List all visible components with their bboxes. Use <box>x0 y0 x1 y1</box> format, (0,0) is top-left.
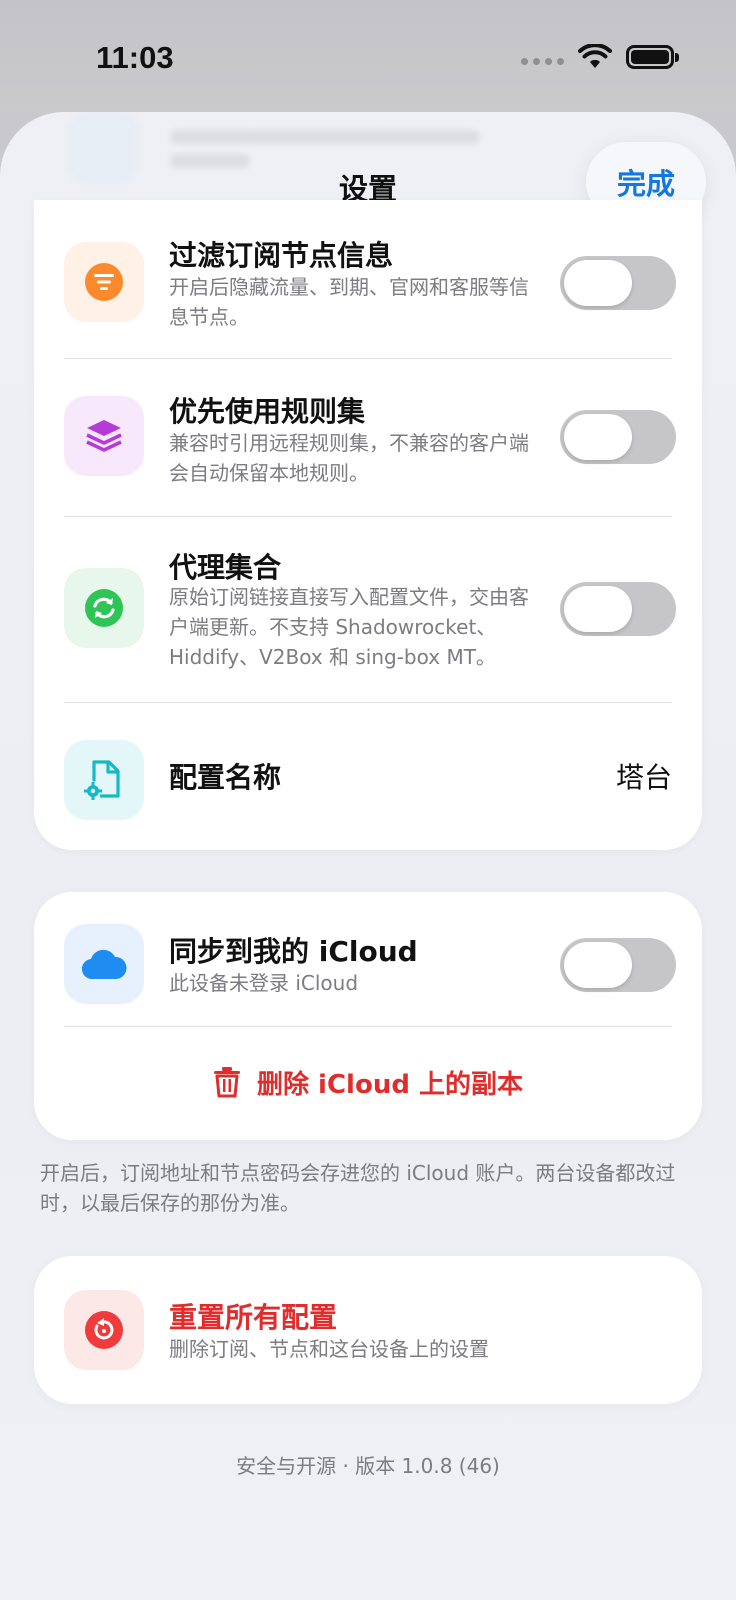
sync-icon <box>85 589 123 627</box>
document-gear-icon <box>84 760 120 800</box>
filter-icon-box <box>64 242 144 322</box>
wifi-icon <box>578 44 612 68</box>
filter-nodes-toggle[interactable] <box>560 256 676 310</box>
delete-icloud-copy-label: 删除 iCloud 上的副本 <box>257 1069 523 1100</box>
document-settings-icon-box <box>64 740 144 820</box>
trash-icon <box>214 1067 240 1098</box>
reset-icon-box <box>64 1290 144 1370</box>
icloud-sync-toggle[interactable] <box>560 938 676 992</box>
cloud-icon <box>81 949 127 980</box>
icloud-footnote: 开启后，订阅地址和节点密码会存进您的 iCloud 账户。两台设备都改过时，以最… <box>40 1161 676 1215</box>
prefer-rules-row: 优先使用规则集 兼容时引用远程规则集，不兼容的客户端会自动保留本地规则。 <box>34 358 702 516</box>
proxy-set-title: 代理集合 <box>169 551 282 584</box>
icloud-sync-row: 同步到我的 iCloud 此设备未登录 iCloud <box>34 892 702 1024</box>
proxy-set-row: 代理集合 原始订阅链接直接写入配置文件，交由客户端更新。不支持 Shadowro… <box>34 516 702 702</box>
config-name-row[interactable]: 配置名称 塔台 <box>34 702 702 850</box>
divider <box>64 1026 672 1027</box>
reset-icon <box>85 1311 123 1349</box>
layers-icon <box>86 420 122 452</box>
filter-nodes-title: 过滤订阅节点信息 <box>169 239 394 272</box>
status-icons <box>521 44 679 70</box>
layers-icon-box <box>64 396 144 476</box>
status-bar: 11:03 <box>0 0 736 112</box>
config-name-value: 塔台 <box>615 761 672 794</box>
subscription-settings-card: 过滤订阅节点信息 开启后隐藏流量、到期、官网和客服等信息节点。 优先使用规则集 … <box>34 200 702 850</box>
prefer-rules-title: 优先使用规则集 <box>169 395 366 428</box>
cloud-icon-box <box>64 924 144 1004</box>
prefer-rules-toggle[interactable] <box>560 410 676 464</box>
reset-all-subtitle: 删除订阅、节点和这台设备上的设置 <box>169 1337 489 1361</box>
prefer-rules-subtitle: 兼容时引用远程规则集，不兼容的客户端会自动保留本地规则。 <box>169 431 529 485</box>
status-time: 11:03 <box>96 40 174 75</box>
icloud-card: 同步到我的 iCloud 此设备未登录 iCloud 删除 iCloud 上的副… <box>34 892 702 1140</box>
filter-nodes-row: 过滤订阅节点信息 开启后隐藏流量、到期、官网和客服等信息节点。 <box>34 200 702 358</box>
reset-all-button[interactable]: 重置所有配置 删除订阅、节点和这台设备上的设置 <box>34 1256 702 1404</box>
proxy-set-toggle[interactable] <box>560 582 676 636</box>
battery-icon <box>626 45 679 69</box>
icloud-sync-title: 同步到我的 iCloud <box>169 935 418 968</box>
version-info[interactable]: 安全与开源 · 版本 1.0.8 (46) <box>0 1450 736 1479</box>
proxy-set-subtitle: 原始订阅链接直接写入配置文件，交由客户端更新。不支持 Shadowrocket、… <box>169 585 529 669</box>
sync-icon-box <box>64 568 144 648</box>
delete-icloud-copy-button[interactable]: 删除 iCloud 上的副本 <box>34 1042 702 1122</box>
filter-nodes-subtitle: 开启后隐藏流量、到期、官网和客服等信息节点。 <box>169 275 529 329</box>
reset-all-title: 重置所有配置 <box>169 1301 338 1334</box>
cellular-signal-icon <box>521 57 564 65</box>
reset-card: 重置所有配置 删除订阅、节点和这台设备上的设置 <box>34 1256 702 1404</box>
config-name-title: 配置名称 <box>169 761 282 794</box>
filter-icon <box>85 263 123 301</box>
icloud-sync-subtitle: 此设备未登录 iCloud <box>169 971 359 995</box>
